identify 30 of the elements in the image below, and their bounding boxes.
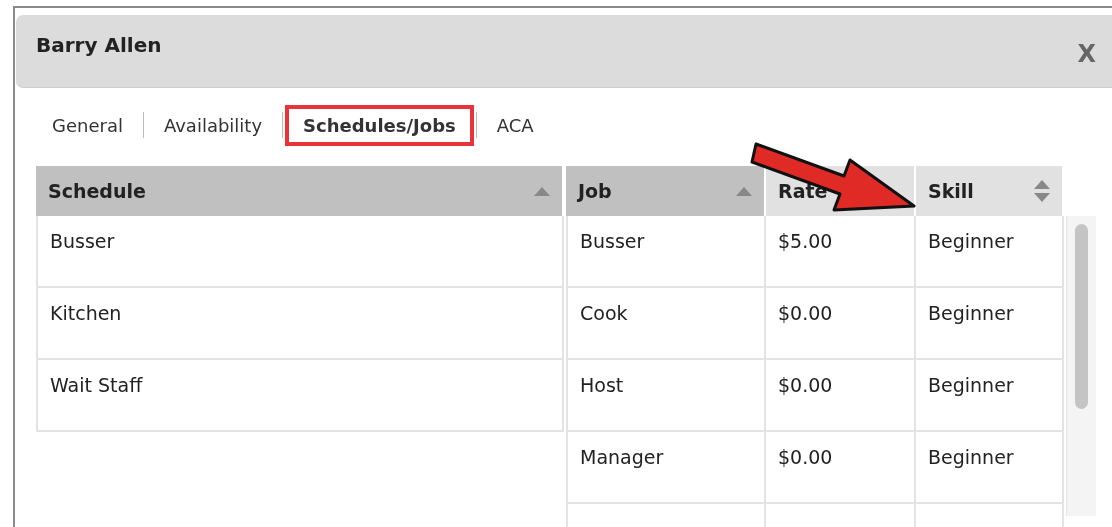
sort-icon[interactable] (1034, 180, 1050, 202)
column-header[interactable]: Job (566, 166, 766, 216)
table-cell: Busser (36, 216, 564, 288)
table-cell: Cook (566, 288, 766, 360)
column-header-label: Skill (928, 180, 974, 202)
scrollbar-thumb[interactable] (1075, 224, 1088, 409)
sort-ascending-icon[interactable] (736, 186, 752, 196)
table-cell: Manager (566, 432, 766, 504)
table-cell: Beginner (916, 432, 1064, 504)
column-header[interactable]: Schedule (36, 166, 564, 216)
table-cell: Host (566, 360, 766, 432)
column-header-label: Job (578, 180, 612, 202)
table-cell: Kitchen (36, 288, 564, 360)
scrollbar[interactable] (1066, 216, 1096, 516)
table-cell: $0.00 (766, 288, 916, 360)
table-cell: $0.00 (766, 360, 916, 432)
table-cell: Beginner (916, 360, 1064, 432)
close-button[interactable]: X (1073, 40, 1100, 68)
tab[interactable]: Schedules/Jobs (285, 104, 474, 146)
table-cell: $5.00 (766, 216, 916, 288)
column-header-label: Schedule (48, 180, 146, 202)
table-cell: $0.00 (766, 432, 916, 504)
sort-ascending-icon[interactable] (534, 186, 550, 196)
column-header-label: Rate (778, 180, 828, 202)
column-header[interactable]: Skill (916, 166, 1064, 216)
table-cell: Wait Staff (36, 360, 564, 432)
table-cell: Beginner (916, 216, 1064, 288)
dialog-title: Barry Allen (36, 33, 162, 57)
table-cell: Busser (566, 216, 766, 288)
table-cell: Beginner (916, 288, 1064, 360)
